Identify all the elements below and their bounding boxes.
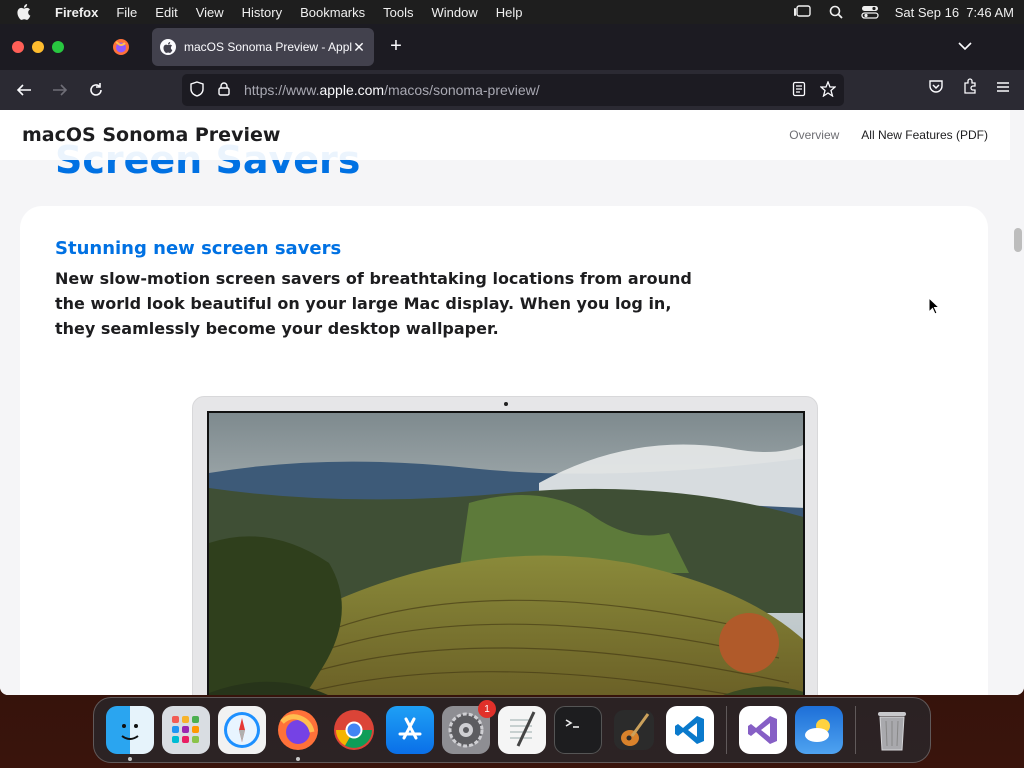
dock: 1	[93, 697, 931, 763]
reader-view-icon[interactable]	[792, 81, 806, 100]
navigation-toolbar: https://www.apple.com/macos/sonoma-previ…	[0, 70, 1024, 110]
macbook-image	[192, 396, 818, 695]
system-settings-icon[interactable]: 1	[442, 700, 496, 754]
screen-savers-card: Stunning new screen savers New slow-moti…	[20, 206, 988, 695]
dock-separator	[726, 706, 727, 754]
finder-icon[interactable]	[106, 706, 154, 761]
minimize-window-button[interactable]	[32, 41, 44, 53]
apple-favicon-icon	[160, 39, 176, 55]
nav-overview[interactable]: Overview	[789, 128, 839, 142]
url-text[interactable]: https://www.apple.com/macos/sonoma-previ…	[244, 82, 540, 98]
stage-manager-icon[interactable]	[793, 5, 811, 19]
launchpad-icon[interactable]	[162, 706, 210, 754]
spotlight-search-icon[interactable]	[827, 5, 845, 19]
menu-tools[interactable]: Tools	[374, 5, 422, 20]
menu-app-firefox[interactable]: Firefox	[46, 5, 107, 20]
menu-file[interactable]: File	[107, 5, 146, 20]
tab-title: macOS Sonoma Preview - Apple	[184, 40, 352, 54]
local-nav: macOS Sonoma Preview Overview All New Fe…	[0, 110, 1010, 160]
chrome-icon[interactable]	[330, 706, 378, 754]
list-all-tabs-icon[interactable]	[958, 38, 972, 56]
web-page: macOS Sonoma Preview Overview All New Fe…	[0, 110, 1024, 695]
terminal-icon[interactable]	[554, 706, 602, 754]
control-center-icon[interactable]	[861, 5, 879, 19]
menu-window[interactable]: Window	[423, 5, 487, 20]
textedit-icon[interactable]	[498, 706, 546, 754]
close-window-button[interactable]	[12, 41, 24, 53]
menu-history[interactable]: History	[233, 5, 291, 20]
zoom-window-button[interactable]	[52, 41, 64, 53]
page-scrollbar[interactable]	[1014, 228, 1022, 252]
firefox-icon[interactable]	[274, 706, 322, 761]
extensions-icon[interactable]	[962, 78, 978, 99]
card-body-text: New slow-motion screen savers of breatht…	[55, 269, 692, 338]
menu-bookmarks[interactable]: Bookmarks	[291, 5, 374, 20]
weather-icon[interactable]	[795, 706, 843, 754]
menu-view[interactable]: View	[187, 5, 233, 20]
landscape-wallpaper-image	[207, 411, 805, 695]
new-tab-icon[interactable]: +	[386, 35, 406, 57]
menu-help[interactable]: Help	[487, 5, 532, 20]
bookmark-star-icon[interactable]	[819, 79, 837, 100]
menubar-clock[interactable]: Sat Sep 16 7:46 AM	[895, 5, 1014, 20]
app-store-icon[interactable]	[386, 706, 434, 754]
window-controls	[12, 41, 64, 53]
trash-icon[interactable]	[868, 706, 916, 754]
mouse-cursor-icon	[928, 296, 941, 320]
settings-update-badge: 1	[478, 700, 496, 718]
tab-macos-sonoma-preview[interactable]: macOS Sonoma Preview - Apple ✕	[152, 28, 374, 66]
garageband-icon[interactable]	[610, 706, 658, 754]
dock-separator-2	[855, 706, 856, 754]
page-brand-title[interactable]: macOS Sonoma Preview	[22, 124, 280, 146]
card-eyebrow: Stunning new screen savers	[55, 238, 342, 259]
lock-icon[interactable]	[218, 81, 230, 99]
reload-icon[interactable]	[82, 76, 110, 104]
forward-icon[interactable]	[46, 76, 74, 104]
tracking-protection-shield-icon[interactable]	[190, 80, 204, 100]
firefox-view-icon[interactable]	[112, 38, 130, 56]
url-bar[interactable]: https://www.apple.com/macos/sonoma-previ…	[182, 74, 844, 106]
back-icon[interactable]	[10, 76, 38, 104]
vscode-icon[interactable]	[666, 706, 714, 754]
firefox-window: macOS Sonoma Preview - Apple ✕ + https:/…	[0, 24, 1024, 695]
visual-studio-icon[interactable]	[739, 706, 787, 754]
safari-icon[interactable]	[218, 706, 266, 754]
close-tab-icon[interactable]: ✕	[352, 39, 366, 56]
menu-edit[interactable]: Edit	[146, 5, 186, 20]
nav-all-new-features-pdf[interactable]: All New Features (PDF)	[861, 128, 988, 142]
menu-bar: Firefox File Edit View History Bookmarks…	[0, 0, 1024, 24]
app-menu-icon[interactable]	[996, 80, 1010, 98]
tab-bar: macOS Sonoma Preview - Apple ✕ +	[0, 24, 1024, 70]
pocket-icon[interactable]	[928, 79, 944, 99]
apple-menu-icon[interactable]	[10, 4, 38, 20]
camera-dot	[504, 402, 508, 406]
